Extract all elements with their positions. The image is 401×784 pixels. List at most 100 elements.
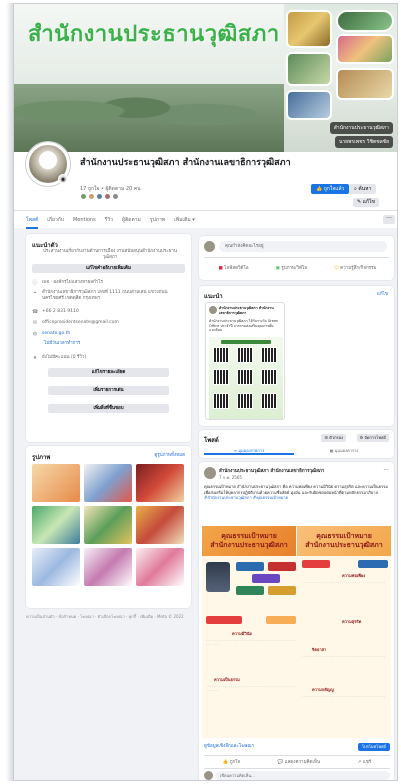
list-view-tab[interactable]: ≡ มุมมองรายการ: [204, 446, 294, 455]
photo-thumbnail[interactable]: [32, 506, 80, 544]
photo-thumbnail[interactable]: [136, 506, 184, 544]
filter-button[interactable]: ☰ ตัวกรอง: [321, 434, 346, 442]
tab-about[interactable]: เกี่ยวกับ: [47, 211, 64, 229]
tab-posts[interactable]: โพสต์: [26, 211, 39, 229]
photo-thumbnail[interactable]: [84, 548, 132, 586]
photo-thumbnail[interactable]: [32, 548, 80, 586]
avatar: [104, 193, 111, 200]
cover-collage-photo: [336, 34, 394, 64]
comment-label: แสดงความคิดเห็น: [284, 760, 321, 765]
cover-badge: นายพรเพชร วิชิตชลชัย: [334, 136, 393, 148]
manage-posts-button[interactable]: ⚙ จัดการโพสต์: [356, 434, 389, 442]
tab-reviews[interactable]: รีวิว: [105, 211, 113, 229]
photo-thumbnail[interactable]: [136, 464, 184, 502]
post-time[interactable]: 7 ก.ค. 2565: [219, 474, 242, 481]
comment-icon: 💬: [277, 760, 285, 765]
infographic-label: ความกตัญญู: [312, 687, 334, 692]
qr-code: [213, 347, 229, 363]
search-label: ค้นหา: [358, 186, 372, 192]
website-link[interactable]: senate.go.th: [42, 331, 70, 337]
page-meta[interactable]: 17 ถูกใจ • ผู้ติดตาม 20 คน: [80, 185, 141, 193]
infographic-hexagon: [236, 586, 264, 595]
comment-input[interactable]: เขียนความคิดเห็น...: [216, 771, 390, 780]
featured-post[interactable]: สำนักงานประธานวุฒิสภา สำนักงานเลขาธิการว…: [205, 302, 285, 420]
mail-icon: ✉: [32, 320, 38, 326]
tab-followers[interactable]: ผู้ติดตาม: [122, 211, 141, 229]
infographic-label: จิตอาสา: [312, 647, 327, 652]
tab-mentions[interactable]: Mentions: [73, 211, 96, 229]
grid-view-label: มุมมองตาราง: [334, 448, 359, 453]
facebook-page-frame: สำนักงานประธานวุฒิสภา สำนักงานประธานวุฒิ…: [13, 3, 398, 781]
avatar: [209, 306, 217, 314]
add-featured-button[interactable]: เพิ่มรายการเด่น: [48, 386, 169, 395]
post-infographic[interactable]: คุณธรรมเป้าหมาย สำนักงานประธานวุฒิสภา คุ…: [202, 526, 391, 738]
search-button[interactable]: ⌕ ค้นหา: [349, 184, 377, 194]
qr-code: [237, 369, 253, 385]
photo-thumbnail[interactable]: [84, 464, 132, 502]
post-card: สำนักงานประธานวุฒิสภา สำนักงานเลขาธิการว…: [199, 462, 394, 780]
avatar: [204, 241, 215, 252]
featured-post-image: [209, 337, 283, 419]
comment-button[interactable]: 💬 แสดงความคิดเห็น: [278, 758, 320, 765]
infographic-hexagon: [268, 586, 296, 595]
service-hours-text[interactable]: ไม่มีวันเวลาทำการ: [44, 341, 80, 347]
edit-bio-button[interactable]: แก้ไขคำอธิบายเพิ่มเติม: [32, 264, 185, 273]
photo-thumbnail[interactable]: [84, 506, 132, 544]
person-photo: [206, 562, 230, 592]
infographic-label: ความเป็นธรรม: [214, 677, 240, 682]
edit-page-button[interactable]: ✎ แก้ไข: [353, 198, 379, 207]
globe-icon: ◍: [32, 331, 38, 337]
photo-thumbnail[interactable]: [136, 548, 184, 586]
post-author[interactable]: สำนักงานประธานวุฒิสภา สำนักงานเลขาธิการว…: [219, 467, 369, 474]
composer-input[interactable]: คุณกำลังคิดอะไรอยู่: [219, 241, 387, 252]
category-text: เพจ · องค์กรไม่แสวงหาผลกำไร: [42, 280, 103, 285]
infographic-title: คุณธรรมเป้าหมาย สำนักงานประธานวุฒิสภา: [305, 532, 383, 549]
edit-details-button[interactable]: แก้ไขรายละเอียด: [48, 368, 169, 377]
cover-badge: สำนักงานประธานวุฒิสภา: [329, 122, 393, 134]
infographic-text: · · · · · · · · · · · · · · · · · · · · …: [302, 694, 385, 698]
infographic-label: ความพอเพียง: [342, 573, 366, 578]
grid-view-tab[interactable]: ▦ มุมมองตาราง: [299, 446, 389, 455]
tab-photos[interactable]: รูปภาพ: [150, 211, 165, 229]
post-options-icon[interactable]: ···: [383, 467, 389, 474]
cover-photo[interactable]: สำนักงานประธานวุฒิสภา สำนักงานประธานวุฒิ…: [14, 4, 397, 152]
photos-card: รูปภาพ ดูรูปภาพทั้งหมด: [26, 446, 191, 608]
posts-header: โพสต์ ☰ ตัวกรอง ⚙ จัดการโพสต์ ≡ มุมมองรา…: [199, 430, 394, 458]
boost-post-button[interactable]: โปรโมทโพสต์: [357, 743, 390, 751]
feeling-button[interactable]: ☺ ความรู้สึก/กิจกรรม: [334, 264, 376, 271]
featured-title: แนะนำ: [204, 293, 223, 300]
live-video-button[interactable]: ■ ไลฟ์สดวิดีโอ: [218, 264, 248, 271]
avatar[interactable]: [204, 467, 216, 479]
qr-code: [261, 369, 277, 385]
star-icon: ★: [32, 355, 38, 361]
add-hobbies-button[interactable]: เพิ่มสิ่งที่ชื่นชอบ: [48, 404, 169, 413]
cover-trees: [14, 84, 284, 152]
info-category: ⓘ เพจ · องค์กรไม่แสวงหาผลกำไร: [32, 280, 182, 286]
infographic-label: ความมีวินัย: [232, 631, 252, 636]
photo-thumbnail[interactable]: [32, 464, 80, 502]
footer-links[interactable]: ความเป็นส่วนตัว · ข้อกำหนด · โฆษณา · ตัว…: [26, 614, 191, 620]
see-all-photos-link[interactable]: ดูรูปภาพทั้งหมด: [154, 453, 185, 459]
insights-link[interactable]: ดูข้อมูลเชิงลึกและโฆษณา: [204, 744, 254, 750]
post-hashtags[interactable]: #สำนักงานประธานวุฒิสภา #คุณธรรมเป้าหมาย: [204, 495, 390, 501]
email-text[interactable]: officepresidentsenate@gmail.com: [42, 320, 119, 326]
follower-faces[interactable]: [80, 193, 119, 200]
info-email: ✉ officepresidentsenate@gmail.com: [32, 320, 182, 326]
infographic-hexagon: [252, 574, 280, 583]
photo-video-button[interactable]: ▣ รูปภาพ/วิดีโอ: [276, 264, 308, 271]
divider: [204, 755, 390, 756]
like-label: ถูกใจ: [229, 760, 241, 765]
thumbs-up-icon: 👍: [222, 760, 230, 765]
like-button[interactable]: 👍 ถูกใจ: [223, 758, 240, 765]
edit-featured-link[interactable]: แก้ไข: [377, 292, 388, 298]
manage-label: จัดการโพสต์: [364, 435, 386, 440]
page-tabs: โพสต์ เกี่ยวกับ Mentions รีวิว ผู้ติดตาม…: [14, 210, 397, 229]
more-options-button[interactable]: ···: [383, 215, 395, 224]
intro-description: ประสานงานเกี่ยวกับงานด้านการเมือง งานสนั…: [43, 249, 177, 260]
info-icon: ⓘ: [32, 280, 38, 286]
camera-icon[interactable]: ◉: [58, 174, 68, 184]
avatar: [80, 193, 87, 200]
share-button[interactable]: ↗ แชร์: [358, 758, 372, 765]
liked-button[interactable]: 👍 ถูกใจแล้ว: [311, 184, 350, 194]
tab-more[interactable]: เพิ่มเติม ▾: [174, 211, 195, 229]
